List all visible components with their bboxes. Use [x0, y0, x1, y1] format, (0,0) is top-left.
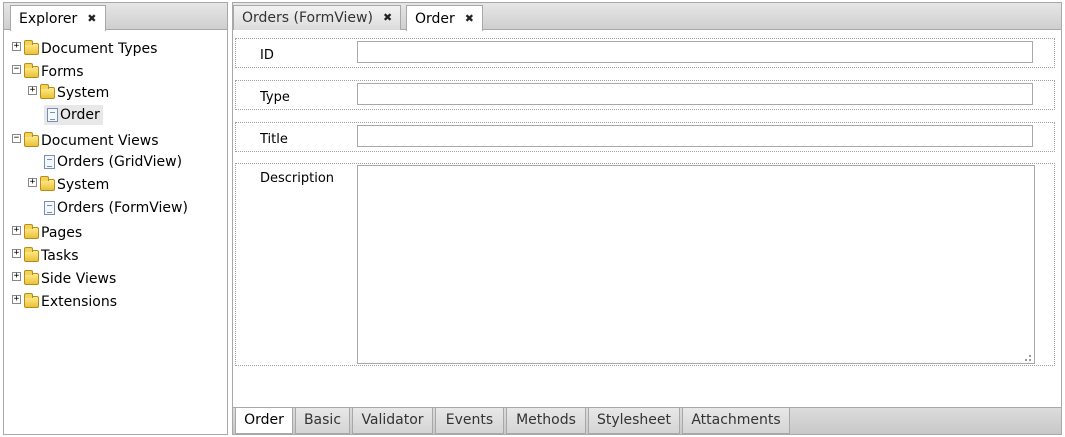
folder-icon	[40, 176, 55, 191]
tab-orders-formview[interactable]: Orders (FormView) ✖	[233, 5, 402, 30]
tree-node-label: Pages	[41, 225, 83, 241]
folder-icon	[24, 270, 39, 285]
folder-icon	[24, 293, 39, 308]
tab-order[interactable]: Order ✖	[406, 5, 484, 31]
close-icon[interactable]: ✖	[87, 7, 96, 31]
folder-icon	[24, 132, 39, 147]
field-row-id: ID	[235, 38, 1055, 68]
bottom-tab-order[interactable]: Order	[235, 408, 293, 434]
field-row-title: Title	[235, 122, 1055, 152]
bottom-tab-methods[interactable]: Methods	[506, 408, 586, 434]
folder-icon	[40, 84, 55, 99]
minus-icon[interactable]: −	[12, 65, 21, 74]
document-icon	[47, 108, 58, 122]
type-label: Type	[260, 90, 290, 105]
tree-node-forms[interactable]: − Forms	[12, 62, 84, 82]
tree-node-label: Order	[60, 107, 100, 123]
tree-node-tasks[interactable]: + Tasks	[12, 246, 79, 266]
tab-explorer-label: Explorer	[19, 10, 78, 27]
tree-node-document-types[interactable]: + Document Types	[12, 39, 157, 59]
description-textarea[interactable]	[357, 165, 1035, 364]
title-input[interactable]	[357, 125, 1033, 147]
editor-bottom-tabs: Order Basic Validator Events Methods Sty…	[233, 407, 1061, 434]
minus-icon[interactable]: −	[12, 134, 21, 143]
plus-icon[interactable]: +	[12, 272, 21, 281]
tab-label: Orders (FormView)	[242, 10, 373, 26]
plus-icon[interactable]: +	[12, 42, 21, 51]
tree-node-label: Orders (FormView)	[57, 200, 188, 216]
bottom-tab-attachments[interactable]: Attachments	[682, 408, 790, 434]
plus-icon[interactable]: +	[28, 86, 37, 95]
bottom-tab-events[interactable]: Events	[435, 408, 504, 434]
close-icon[interactable]: ✖	[465, 7, 474, 31]
resize-grip-icon[interactable]	[1025, 355, 1031, 361]
folder-icon	[24, 247, 39, 262]
tree-node-forms-order[interactable]: Order	[44, 105, 103, 125]
description-label: Description	[260, 171, 335, 186]
close-icon[interactable]: ✖	[383, 6, 392, 30]
bottom-tab-stylesheet[interactable]: Stylesheet	[588, 408, 680, 434]
tree-node-label: Tasks	[41, 248, 79, 264]
explorer-panel: Explorer ✖ + Document Types − Forms + Sy…	[3, 2, 228, 435]
bottom-tab-validator[interactable]: Validator	[352, 408, 433, 434]
plus-icon[interactable]: +	[12, 226, 21, 235]
tree-node-label: Extensions	[41, 294, 118, 310]
plus-icon[interactable]: +	[28, 178, 37, 187]
tree-node-orders-gridview[interactable]: Orders (GridView)	[44, 152, 182, 172]
tree-node-side-views[interactable]: + Side Views	[12, 269, 116, 289]
tab-explorer[interactable]: Explorer ✖	[10, 5, 106, 31]
type-input[interactable]	[357, 83, 1033, 105]
id-input[interactable]	[357, 41, 1033, 63]
plus-icon[interactable]: +	[12, 249, 21, 258]
field-row-type: Type	[235, 80, 1055, 110]
folder-icon	[24, 63, 39, 78]
tree-node-orders-formview[interactable]: Orders (FormView)	[44, 198, 188, 218]
folder-icon	[24, 224, 39, 239]
tree-node-extensions[interactable]: + Extensions	[12, 292, 117, 312]
tree-node-forms-system[interactable]: + System	[28, 83, 109, 103]
tree-node-label: System	[57, 85, 110, 101]
tree-node-label: Side Views	[41, 271, 117, 287]
tree-node-label: Orders (GridView)	[57, 154, 183, 170]
editor-panel: Orders (FormView) ✖ Order ✖ ID Type Titl…	[232, 2, 1062, 435]
field-row-description: Description	[235, 163, 1055, 366]
tree-node-label: Document Types	[41, 41, 158, 57]
editor-tab-strip: Orders (FormView) ✖ Order ✖	[233, 3, 1061, 31]
id-label: ID	[260, 48, 274, 63]
tab-label: Order	[415, 10, 455, 27]
folder-icon	[24, 40, 39, 55]
tree-node-label: Document Views	[41, 133, 159, 149]
tree-node-views-system[interactable]: + System	[28, 175, 109, 195]
tree-node-label: Forms	[41, 64, 84, 80]
tree-node-document-views[interactable]: − Document Views	[12, 131, 159, 151]
tree-node-pages[interactable]: + Pages	[12, 223, 82, 243]
title-label: Title	[260, 132, 288, 147]
document-icon	[44, 201, 55, 215]
document-icon	[44, 155, 55, 169]
bottom-tab-basic[interactable]: Basic	[295, 408, 350, 434]
plus-icon[interactable]: +	[12, 295, 21, 304]
tree-node-label: System	[57, 177, 110, 193]
explorer-header: Explorer ✖	[4, 3, 227, 31]
